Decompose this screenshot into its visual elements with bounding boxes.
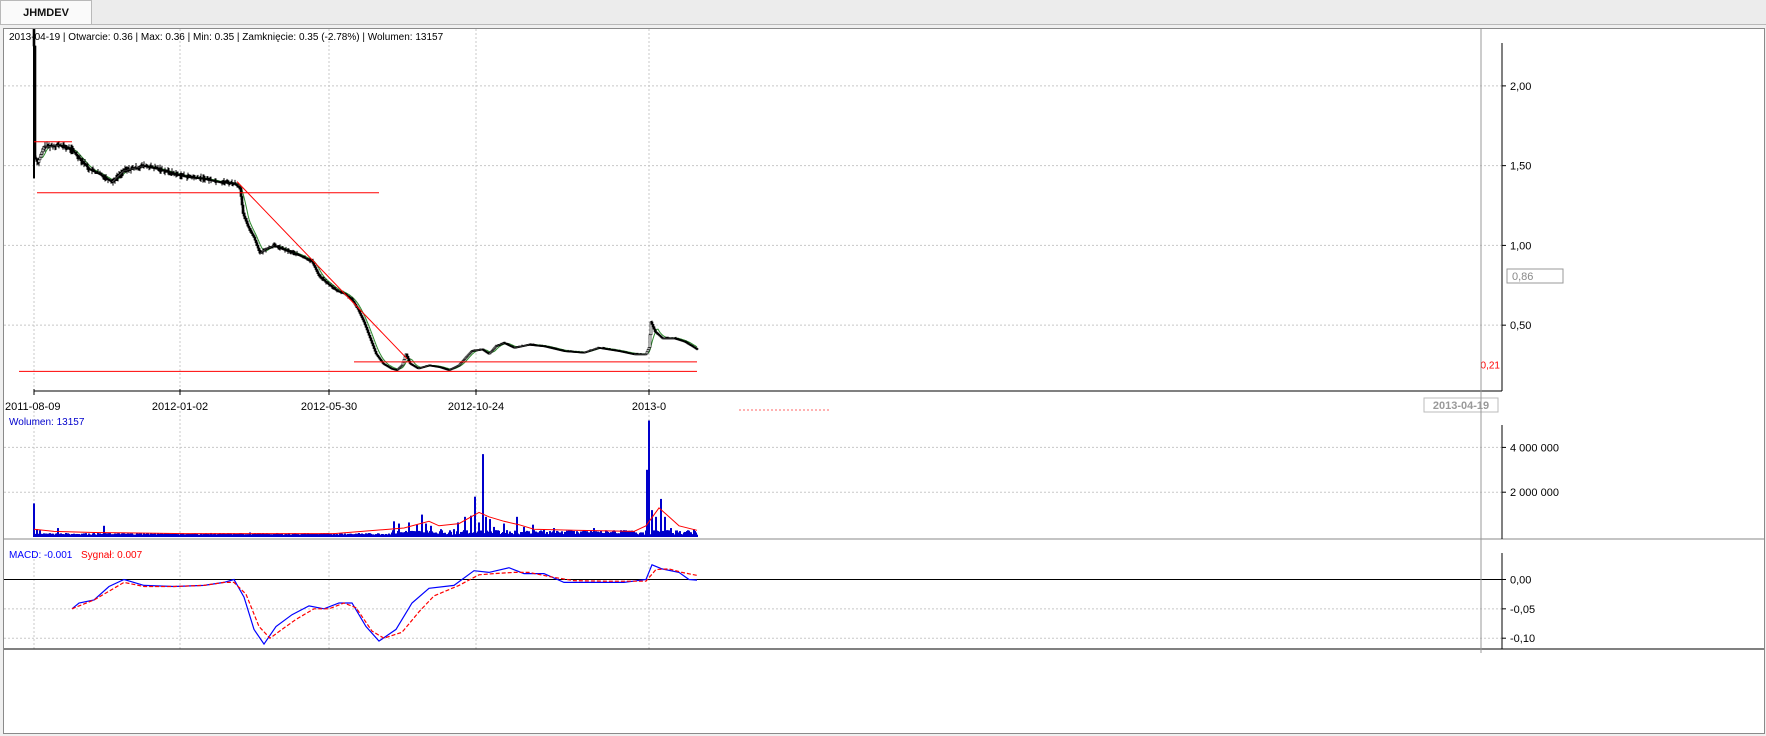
price-info-text: 2013-04-19 | Otwarcie: 0.36 | Max: 0.36 … [9,32,444,43]
crosshair [739,29,1482,653]
macd-label: MACD: -0.001 [9,550,73,561]
current-value-text: 0,86 [1512,271,1533,283]
macd-axis-label: -0,05 [1510,604,1535,616]
price-axis-label: 1,00 [1510,240,1531,252]
trend-line [236,181,408,360]
tab-jhmdev[interactable]: JHMDEV [0,0,92,24]
volume-bar [696,534,698,537]
price-axis-label: 1,50 [1510,161,1531,173]
signal-label: Sygnał: 0.007 [81,550,143,561]
time-axis-label: 2012-01-02 [152,401,208,413]
price-axis-label: 2,00 [1510,81,1531,93]
candle-body [312,263,316,266]
chart-canvas[interactable]: 2013-04-19 | Otwarcie: 0.36 | Max: 0.36 … [4,29,1764,733]
price-axis-label: 0,50 [1510,320,1531,332]
candle-body [645,351,649,355]
candle-body [253,237,257,241]
candle-body [37,159,41,163]
volume-axis: 4 000 000 2 000 000 [1501,425,1559,539]
time-axis-label: 2012-10-24 [448,401,504,413]
tab-bar: JHMDEV [0,0,1766,25]
volume-bar [33,503,35,537]
candle-body [362,319,366,323]
macd-line [71,564,698,646]
support-level-label: 0,21 [1481,360,1501,371]
volume-label: Wolumen: 13157 [9,417,85,428]
grid [4,29,1502,651]
macd-axis-label: -0,10 [1510,633,1535,645]
candle-body [367,332,371,336]
time-axis-label: 2012-05-30 [301,401,357,413]
volume-bar [648,420,650,537]
volume-axis-label: 4 000 000 [1510,442,1559,454]
candle-body [363,321,367,325]
candle-body [358,311,362,314]
price-axis: 2,00 1,50 1,00 0,50 0,86 [1501,43,1564,391]
volume-bar [474,496,476,537]
macd-axis: 0,00 -0,05 -0,10 [1501,553,1535,649]
candle-body [32,29,36,47]
candle-body [695,348,699,350]
time-axis-label: 2013-0 [632,401,666,413]
volume-bar [482,454,484,537]
macd-panel [4,564,1764,650]
volume-panel [4,420,1764,540]
volume-bar [660,498,662,537]
macd-axis-label: 0,00 [1510,574,1531,586]
time-axis-label: 2011-08-09 [5,401,60,413]
candle-body [648,334,652,348]
volume-bar [646,469,648,537]
candle-body [41,148,45,153]
time-axis: 2011-08-09 2012-01-02 2012-05-30 2012-10-24… [5,389,1502,413]
volume-average-line [33,507,698,535]
volume-bar [470,515,472,537]
chart-frame: 2013-04-19 | Otwarcie: 0.36 | Max: 0.36 … [3,28,1765,734]
price-panel: 0,21 [19,29,1501,372]
volume-axis-label: 2 000 000 [1510,487,1559,499]
